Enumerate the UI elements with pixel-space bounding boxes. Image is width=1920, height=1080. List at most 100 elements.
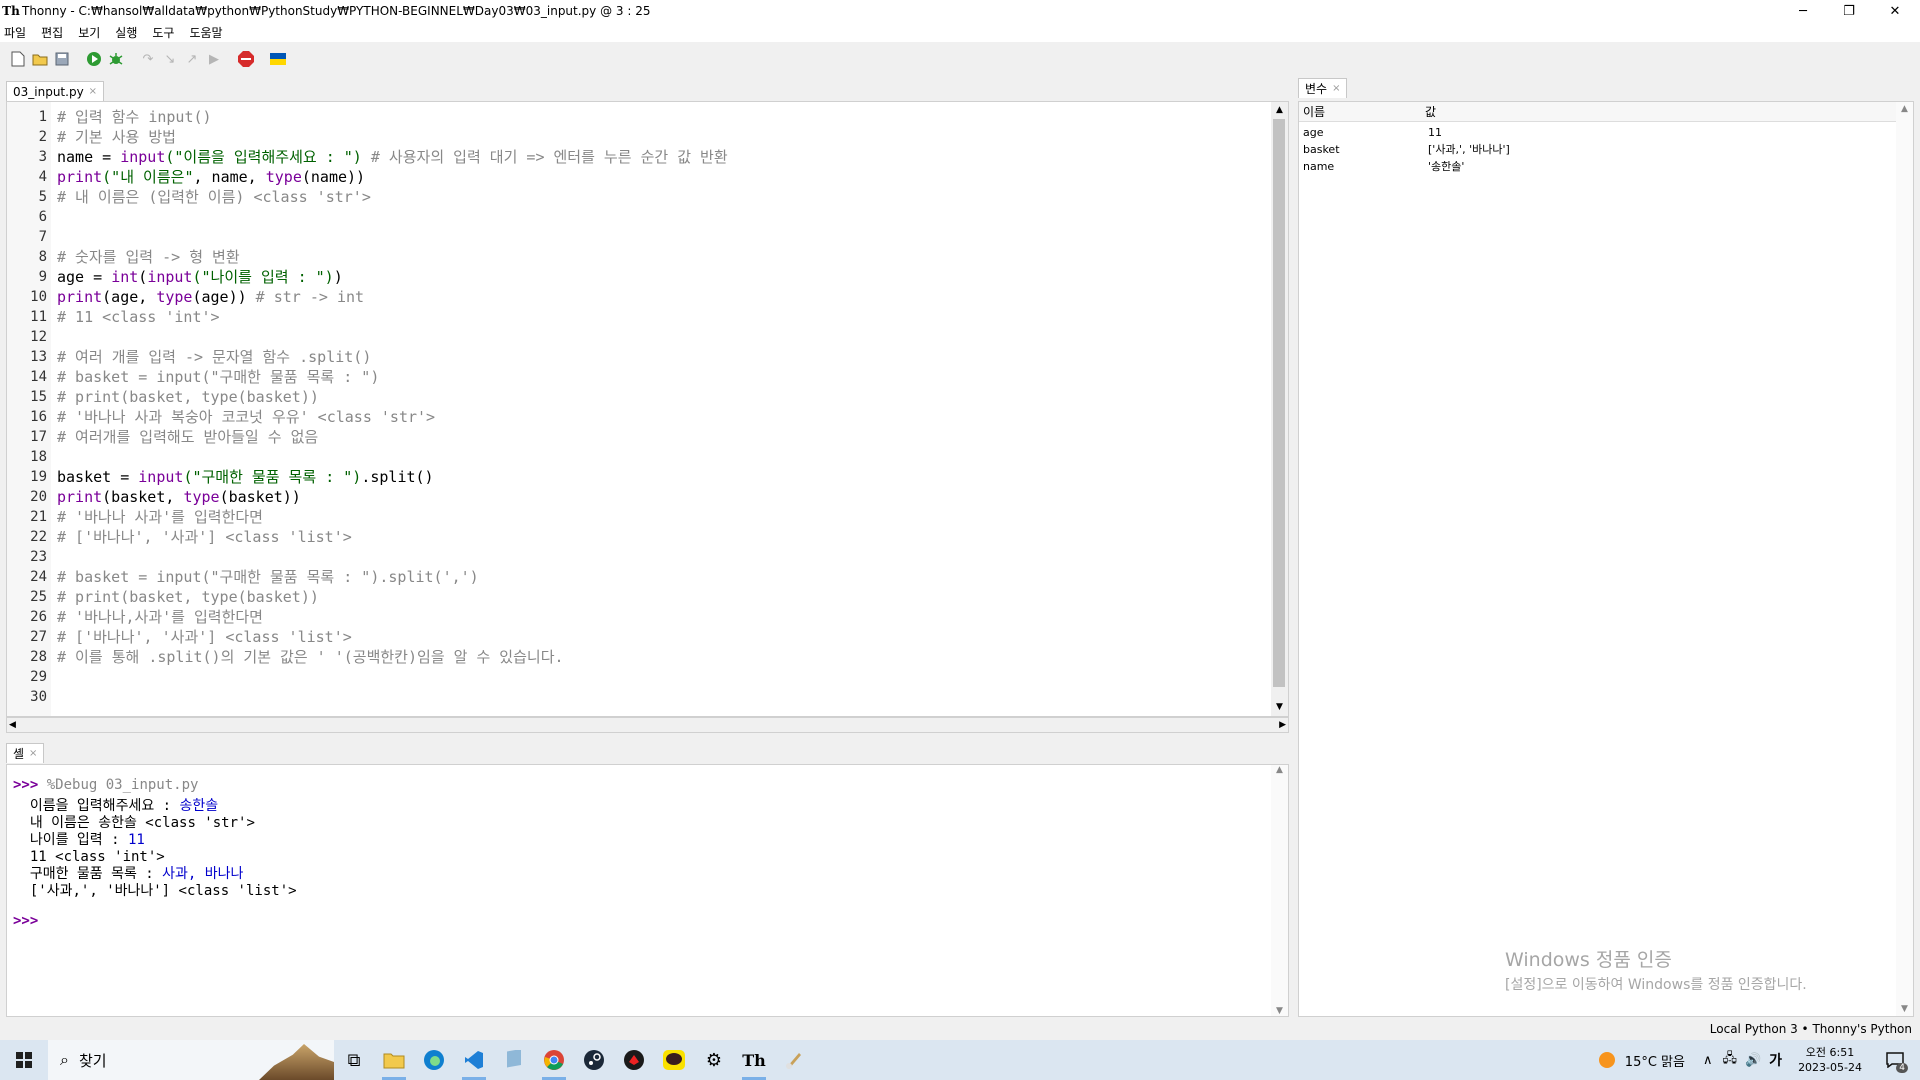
tab-editor-file[interactable]: 03_input.py ×	[6, 81, 105, 101]
editor-vertical-scrollbar[interactable]: ▲ ▼	[1271, 102, 1288, 716]
tab-variables[interactable]: 변수 ×	[1298, 78, 1348, 98]
scroll-down-icon[interactable]: ▼	[1271, 1006, 1288, 1016]
taskbar-search[interactable]: ⌕ 찾기	[48, 1040, 334, 1080]
weather-widget[interactable]: 15°C 맑음	[1597, 1050, 1685, 1070]
minimize-button[interactable]: ─	[1780, 0, 1826, 22]
code-line[interactable]: age = int(input("나이를 입력 : "))	[57, 267, 1268, 287]
kakaotalk-icon[interactable]	[654, 1040, 694, 1080]
close-tab-icon[interactable]: ×	[29, 748, 37, 759]
code-line[interactable]: # 기본 사용 방법	[57, 127, 1268, 147]
game-app-icon[interactable]	[614, 1040, 654, 1080]
code-line[interactable]	[57, 667, 1268, 687]
code-line[interactable]: # basket = input("구매한 물품 목록 : ").split('…	[57, 567, 1268, 587]
step-over-icon[interactable]: ↷	[138, 49, 158, 69]
scroll-down-icon[interactable]: ▼	[1271, 699, 1288, 716]
code-line[interactable]: # '바나나,사과'를 입력한다면	[57, 607, 1268, 627]
code-line[interactable]	[57, 547, 1268, 567]
scroll-up-icon[interactable]: ▲	[1896, 104, 1913, 114]
chrome-icon[interactable]	[534, 1040, 574, 1080]
paint-icon[interactable]	[774, 1040, 814, 1080]
close-tab-icon[interactable]: ×	[1332, 83, 1340, 94]
variables-scrollbar[interactable]: ▲ ▼	[1896, 102, 1913, 1016]
shell-vertical-scrollbar[interactable]: ▲ ▼	[1271, 765, 1288, 1016]
variable-value[interactable]: '송한솔'	[1424, 158, 1464, 175]
code-line[interactable]: # ['바나나', '사과'] <class 'list'>	[57, 627, 1268, 647]
menu-edit[interactable]: 편집	[41, 24, 63, 41]
tab-shell[interactable]: 셸 ×	[6, 743, 45, 763]
interpreter-status[interactable]: Local Python 3 • Thonny's Python	[1710, 1022, 1912, 1036]
resume-icon[interactable]: ▶	[204, 49, 224, 69]
menu-tools[interactable]: 도구	[152, 24, 174, 41]
network-icon[interactable]: 🖧	[1722, 1049, 1737, 1071]
scroll-right-icon[interactable]: ▶	[1279, 718, 1286, 732]
volume-icon[interactable]: 🔊	[1745, 1053, 1761, 1068]
ime-indicator[interactable]: 가	[1769, 1050, 1782, 1070]
save-icon[interactable]	[52, 49, 72, 69]
code-line[interactable]: # print(basket, type(basket))	[57, 387, 1268, 407]
scroll-left-icon[interactable]: ◀	[9, 718, 16, 732]
editor-horizontal-scrollbar[interactable]: ◀ ▶	[6, 717, 1289, 733]
variables-header-name[interactable]: 이름	[1299, 102, 1419, 122]
shell-panel[interactable]: >>> %Debug 03_input.py 이름을 입력해주세요 : 송한솔 …	[6, 764, 1289, 1017]
code-line[interactable]	[57, 207, 1268, 227]
edge-icon[interactable]	[414, 1040, 454, 1080]
variable-name[interactable]: basket	[1299, 141, 1340, 158]
menu-run[interactable]: 실행	[115, 24, 137, 41]
scroll-down-icon[interactable]: ▼	[1896, 1004, 1913, 1014]
debug-icon[interactable]	[106, 49, 126, 69]
close-tab-icon[interactable]: ×	[89, 86, 97, 97]
code-editor[interactable]: 1 2 3 4 5 6 7 8 9 10 11 12 13 14 15 16 17 18 19 20 21 22 23 24 2…	[6, 101, 1289, 717]
show-hidden-icons-chevron-icon[interactable]: ∧	[1703, 1053, 1713, 1068]
editor-scroll-thumb[interactable]	[1273, 119, 1285, 687]
stop-icon[interactable]	[236, 49, 256, 69]
variables-header-value[interactable]: 값	[1419, 102, 1898, 122]
code-line[interactable]: print(basket, type(basket))	[57, 487, 1268, 507]
menu-help[interactable]: 도움말	[189, 24, 222, 41]
code-line[interactable]: # 내 이름은 (입력한 이름) <class 'str'>	[57, 187, 1268, 207]
code-line[interactable]: print(age, type(age)) # str -> int	[57, 287, 1268, 307]
run-icon[interactable]	[84, 49, 104, 69]
code-line[interactable]: # 여러개를 입력해도 받아들일 수 없음	[57, 427, 1268, 447]
scroll-up-icon[interactable]: ▲	[1271, 102, 1288, 119]
variable-value[interactable]: ['사과,', '바나나']	[1424, 141, 1510, 158]
code-line[interactable]	[57, 327, 1268, 347]
open-folder-icon[interactable]	[30, 49, 50, 69]
variable-value[interactable]: 11	[1424, 124, 1442, 141]
code-line[interactable]: # '바나나 사과 복숭아 코코넛 우유' <class 'str'>	[57, 407, 1268, 427]
file-explorer-icon[interactable]	[374, 1040, 414, 1080]
code-line[interactable]: # ['바나나', '사과'] <class 'list'>	[57, 527, 1268, 547]
code-line[interactable]: name = input("이름을 입력해주세요 : ") # 사용자의 입력 …	[57, 147, 1268, 167]
menu-file[interactable]: 파일	[4, 24, 26, 41]
step-into-icon[interactable]: ↘	[160, 49, 180, 69]
code-line[interactable]: # 이를 통해 .split()의 기본 값은 ' '(공백한칸)임을 알 수 …	[57, 647, 1268, 667]
notification-center-icon[interactable]: 4	[1880, 1045, 1910, 1075]
shell-input-line[interactable]: >>>	[13, 913, 1268, 930]
notepad-icon[interactable]	[494, 1040, 534, 1080]
ukraine-flag-icon[interactable]	[268, 49, 288, 69]
code-line[interactable]: print("내 이름은", name, type(name))	[57, 167, 1268, 187]
code-line[interactable]	[57, 227, 1268, 247]
code-line[interactable]: # 숫자를 입력 -> 형 변환	[57, 247, 1268, 267]
code-line[interactable]	[57, 447, 1268, 467]
code-line[interactable]: # 입력 함수 input()	[57, 107, 1268, 127]
task-view-icon[interactable]: ⧉	[334, 1040, 374, 1080]
variable-name[interactable]: name	[1299, 158, 1334, 175]
code-line[interactable]: # print(basket, type(basket))	[57, 587, 1268, 607]
code-line[interactable]: basket = input("구매한 물품 목록 : ").split()	[57, 467, 1268, 487]
menu-view[interactable]: 보기	[78, 24, 100, 41]
new-file-icon[interactable]	[8, 49, 28, 69]
start-button[interactable]	[0, 1040, 48, 1080]
scroll-up-icon[interactable]: ▲	[1271, 765, 1288, 775]
vscode-icon[interactable]	[454, 1040, 494, 1080]
steam-icon[interactable]	[574, 1040, 614, 1080]
step-out-icon[interactable]: ↗	[182, 49, 202, 69]
variable-name[interactable]: age	[1299, 124, 1324, 141]
close-button[interactable]: ✕	[1872, 0, 1918, 22]
code-line[interactable]	[57, 687, 1268, 707]
code-line[interactable]: # '바나나 사과'를 입력한다면	[57, 507, 1268, 527]
code-area[interactable]: # 입력 함수 input() # 기본 사용 방법 name = input("이…	[57, 107, 1268, 707]
code-line[interactable]: # basket = input("구매한 물품 목록 : ")	[57, 367, 1268, 387]
thonny-taskbar-icon[interactable]: Th	[734, 1040, 774, 1080]
maximize-button[interactable]: ❐	[1826, 0, 1872, 22]
code-line[interactable]: # 11 <class 'int'>	[57, 307, 1268, 327]
